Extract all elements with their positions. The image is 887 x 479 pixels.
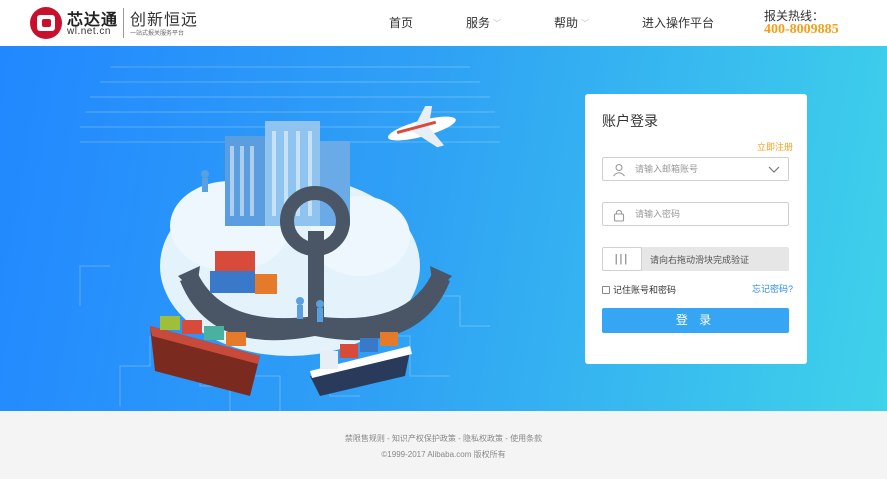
nav-help-label: 帮助 — [554, 16, 579, 30]
remember-checkbox[interactable] — [602, 285, 610, 294]
site-logo[interactable]: 芯达通 wl.net.cn 创新恒远 一站式报关服务平台 — [30, 6, 200, 40]
chevron-down-icon[interactable] — [768, 163, 780, 175]
login-button[interactable]: 登 录 — [602, 308, 789, 333]
footer-separator: - — [384, 434, 392, 443]
login-title: 账户登录 — [602, 113, 658, 129]
hero-banner: 账户登录 立即注册 ||| 请向右拖动滑块完成验证 记住账号和 — [0, 46, 887, 411]
password-field[interactable] — [602, 202, 789, 226]
footer-link-sales-rules[interactable]: 禁限售规则 — [345, 434, 385, 443]
slider-hint: 请向右拖动滑块完成验证 — [650, 255, 750, 265]
footer-separator: - — [455, 434, 464, 443]
account-field[interactable] — [602, 157, 789, 181]
chevron-down-icon: ﹀ — [493, 19, 502, 28]
password-input[interactable] — [635, 205, 775, 223]
footer-links: 禁限售规则 - 知识产权保护政策 - 隐私权政策 - 使用条款 — [0, 433, 887, 444]
footer-link-privacy[interactable]: 隐私权政策 — [463, 434, 503, 443]
logistics-illustration-icon — [150, 106, 456, 396]
site-header: 芯达通 wl.net.cn 创新恒远 一站式报关服务平台 首页 服务 ﹀ 帮助 ﹀ … — [0, 0, 887, 46]
nav-platform-label: 进入操作平台 — [642, 16, 715, 30]
nav-home-label: 首页 — [389, 16, 414, 30]
chevron-down-icon: ﹀ — [581, 19, 590, 28]
forgot-password-link[interactable]: 忘记密码? — [752, 282, 793, 295]
nav-home[interactable]: 首页 — [389, 14, 413, 31]
user-icon — [613, 163, 625, 177]
login-card: 账户登录 立即注册 ||| 请向右拖动滑块完成验证 记住账号和 — [585, 94, 807, 364]
lock-icon — [613, 209, 625, 222]
nav-platform[interactable]: 进入操作平台 — [642, 14, 714, 31]
remember-me[interactable]: 记住账号和密码 — [602, 283, 676, 296]
nav-services[interactable]: 服务 ﹀ — [466, 14, 501, 31]
footer-copyright: ©1999-2017 Alibaba.com 版权所有 — [381, 450, 506, 459]
logo-domain: wl.net.cn — [67, 26, 111, 37]
slide-verify: ||| 请向右拖动滑块完成验证 — [602, 247, 789, 271]
logo-mark-icon — [30, 7, 62, 39]
logo-subtitle: 一站式报关服务平台 — [130, 31, 185, 37]
account-input[interactable] — [635, 160, 775, 178]
nav-services-label: 服务 — [466, 16, 491, 30]
hotline-number: 400-8009885 — [764, 22, 839, 37]
footer-link-terms[interactable]: 使用条款 — [510, 434, 542, 443]
footer-link-ip-policy[interactable]: 知识产权保护政策 — [392, 434, 456, 443]
nav-help[interactable]: 帮助 ﹀ — [554, 14, 589, 31]
register-link[interactable]: 立即注册 — [757, 140, 793, 153]
remember-label: 记住账号和密码 — [613, 285, 677, 295]
slider-handle[interactable]: ||| — [602, 247, 642, 271]
logo-slogan: 创新恒远 — [130, 12, 199, 29]
logo-divider — [123, 8, 124, 38]
